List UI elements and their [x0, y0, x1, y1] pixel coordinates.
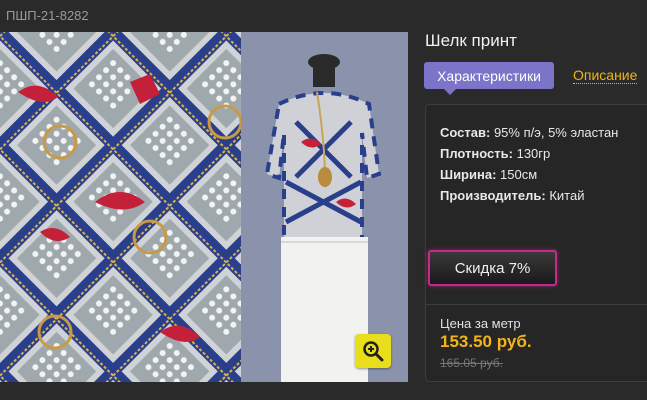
product-gallery [0, 32, 408, 382]
zoom-button[interactable] [355, 334, 391, 368]
characteristics-panel: Состав: 95% п/э, 5% эластан Плотность: 1… [425, 104, 647, 382]
product-title: Шелк принт [425, 31, 517, 50]
spec-label: Производитель: [440, 188, 546, 203]
spec-value: 150см [500, 167, 538, 182]
zoom-in-icon [363, 341, 384, 362]
old-price: 165.05 руб. [440, 356, 503, 370]
fabric-photo[interactable] [0, 32, 241, 382]
discount-badge: Скидка 7% [428, 250, 557, 286]
divider [426, 304, 647, 305]
specs-list: Состав: 95% п/э, 5% эластан Плотность: 1… [440, 122, 618, 206]
mannequin-image [241, 32, 408, 382]
model-photo[interactable] [241, 32, 408, 382]
sku-label: ПШП-21-8282 [6, 8, 89, 23]
spec-value: Китай [549, 188, 585, 203]
tab-description[interactable]: Описание [573, 67, 638, 84]
fabric-pattern-image [0, 32, 241, 382]
spec-label: Состав: [440, 125, 491, 140]
tab-characteristics[interactable]: Характеристики [424, 62, 554, 95]
spec-row-density: Плотность: 130гр [440, 143, 618, 164]
spec-value: 95% п/э, 5% эластан [493, 125, 619, 140]
spec-row-composition: Состав: 95% п/э, 5% эластан [440, 122, 618, 143]
spec-row-manufacturer: Производитель: Китай [440, 185, 618, 206]
spec-label: Плотность: [440, 146, 513, 161]
spec-row-width: Ширина: 150см [440, 164, 618, 185]
price-label: Цена за метр [440, 316, 521, 331]
spec-label: Ширина: [440, 167, 497, 182]
spec-value: 130гр [516, 146, 551, 161]
current-price: 153.50 руб. [440, 332, 532, 351]
